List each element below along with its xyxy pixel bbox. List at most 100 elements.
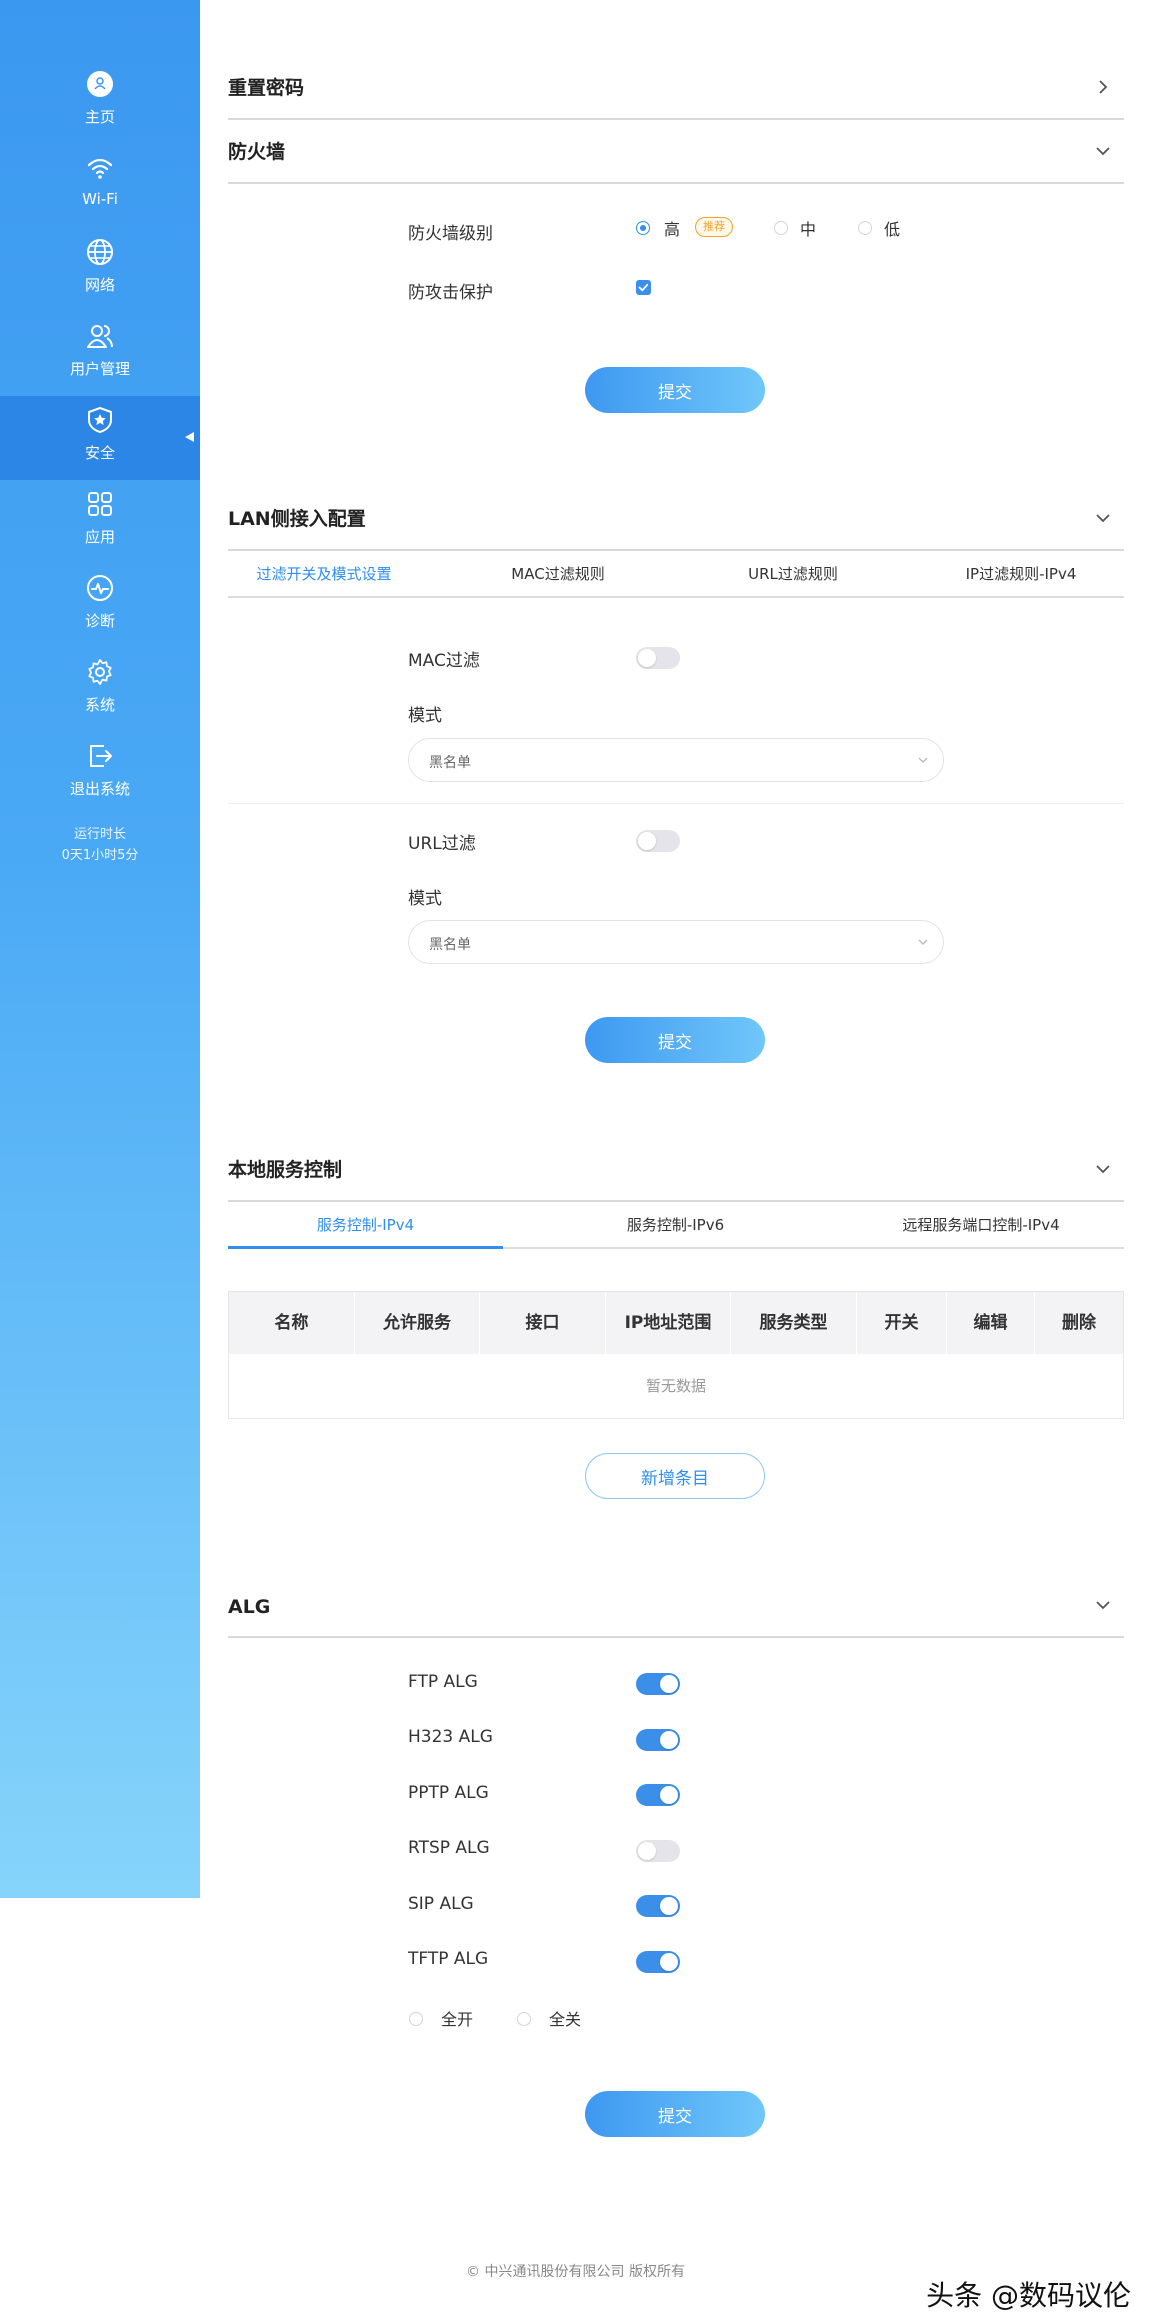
sidebar: 主页 Wi-Fi 网络 用户管理 安全 应用 诊断 系统 退出系统 运行时长 0… bbox=[0, 0, 200, 1898]
column-header: 允许服务 bbox=[355, 1292, 480, 1354]
alg-rtsp-label: RTSP ALG bbox=[408, 1838, 490, 1858]
sidebar-item-home[interactable]: 主页 bbox=[0, 60, 200, 144]
url-mode-value: 黑名单 bbox=[429, 937, 471, 953]
column-header: 编辑 bbox=[947, 1292, 1035, 1354]
toggle-knob bbox=[660, 1953, 678, 1971]
chevron-down-icon bbox=[918, 757, 928, 763]
watermark-text: 头条 @数码议伦 bbox=[926, 2279, 1131, 2312]
service-table: 名称 允许服务 接口 IP地址范围 服务类型 开关 编辑 删除 暂无数据 bbox=[228, 1291, 1124, 1419]
sidebar-item-system[interactable]: 系统 bbox=[0, 648, 200, 732]
lan-tabs: 过滤开关及模式设置 MAC过滤规则 URL过滤规则 IP过滤规则-IPv4 bbox=[228, 552, 1124, 598]
tab-service-control-ipv6[interactable]: 服务控制-IPv6 bbox=[538, 1203, 813, 1249]
chevron-down-icon bbox=[1096, 1601, 1110, 1610]
sidebar-item-label: 系统 bbox=[84, 696, 115, 714]
url-mode-label: 模式 bbox=[408, 889, 442, 909]
alg-pptp-toggle[interactable] bbox=[636, 1784, 680, 1806]
chevron-down-icon bbox=[1096, 1165, 1110, 1174]
alg-ftp-label: FTP ALG bbox=[408, 1672, 478, 1692]
alg-ftp-toggle[interactable] bbox=[636, 1673, 680, 1695]
toggle-knob bbox=[660, 1675, 678, 1693]
alg-h323-label: H323 ALG bbox=[408, 1727, 493, 1747]
sidebar-item-wifi[interactable]: Wi-Fi bbox=[0, 144, 200, 228]
toggle-knob bbox=[638, 649, 656, 667]
tab-filter-switch-mode[interactable]: 过滤开关及模式设置 bbox=[228, 552, 420, 598]
firewall-level-high-label: 高 bbox=[664, 220, 681, 239]
firewall-level-low-radio[interactable] bbox=[858, 221, 872, 235]
column-header: 删除 bbox=[1062, 1313, 1096, 1333]
firewall-submit-button[interactable]: 提交 bbox=[585, 367, 765, 413]
globe-icon bbox=[87, 239, 113, 265]
apps-grid-icon bbox=[88, 492, 112, 516]
firewall-level-high-radio[interactable] bbox=[636, 221, 650, 235]
alg-sip-toggle[interactable] bbox=[636, 1895, 680, 1917]
attack-protection-label: 防攻击保护 bbox=[408, 283, 493, 303]
active-tab-underline bbox=[228, 1246, 503, 1249]
service-tabs: 服务控制-IPv4 服务控制-IPv6 远程服务端口控制-IPv4 bbox=[228, 1203, 1124, 1249]
alg-all-on-label: 全开 bbox=[441, 2010, 474, 2029]
wifi-icon bbox=[87, 158, 113, 179]
divider bbox=[228, 803, 1124, 804]
user-icon bbox=[87, 71, 113, 97]
tab-url-filter-rules[interactable]: URL过滤规则 bbox=[698, 552, 888, 598]
pulse-icon bbox=[87, 575, 113, 601]
table-empty-text: 暂无数据 bbox=[645, 1377, 706, 1395]
gear-icon bbox=[88, 659, 112, 685]
alg-sip-label: SIP ALG bbox=[408, 1894, 474, 1914]
tab-ip-filter-rules-ipv4[interactable]: IP过滤规则-IPv4 bbox=[918, 552, 1124, 598]
tab-service-control-ipv4[interactable]: 服务控制-IPv4 bbox=[228, 1203, 503, 1249]
mac-filter-toggle[interactable] bbox=[636, 647, 680, 669]
column-header: 服务类型 bbox=[731, 1292, 857, 1354]
alg-rtsp-toggle[interactable] bbox=[636, 1840, 680, 1862]
runtime-value: 0天1小时5分 bbox=[61, 848, 139, 863]
alg-submit-button[interactable]: 提交 bbox=[585, 2091, 765, 2137]
mac-mode-select[interactable]: 黑名单 bbox=[408, 738, 944, 782]
section-header-alg[interactable]: ALG bbox=[228, 1578, 1124, 1638]
attack-protection-checkbox[interactable] bbox=[636, 280, 651, 295]
active-indicator-arrow bbox=[185, 432, 194, 442]
section-title: LAN侧接入配置 bbox=[228, 508, 366, 530]
url-filter-toggle[interactable] bbox=[636, 830, 680, 852]
lan-submit-button[interactable]: 提交 bbox=[585, 1017, 765, 1063]
url-filter-label: URL过滤 bbox=[408, 834, 476, 854]
sidebar-item-user-management[interactable]: 用户管理 bbox=[0, 312, 200, 396]
section-title: 本地服务控制 bbox=[228, 1159, 343, 1181]
alg-all-off-label: 全关 bbox=[549, 2010, 582, 2029]
tab-mac-filter-rules[interactable]: MAC过滤规则 bbox=[463, 552, 653, 598]
sidebar-item-network[interactable]: 网络 bbox=[0, 228, 200, 312]
section-title: ALG bbox=[228, 1596, 271, 1618]
alg-h323-toggle[interactable] bbox=[636, 1729, 680, 1751]
url-mode-select[interactable]: 黑名单 bbox=[408, 920, 944, 964]
section-header-reset-password[interactable]: 重置密码 bbox=[228, 60, 1124, 120]
alg-tftp-toggle[interactable] bbox=[636, 1951, 680, 1973]
section-title: 重置密码 bbox=[228, 77, 305, 99]
alg-all-off-radio[interactable] bbox=[517, 2012, 531, 2026]
column-header: 开关 bbox=[857, 1292, 947, 1354]
shield-star-icon bbox=[88, 407, 112, 433]
section-header-local-service[interactable]: 本地服务控制 bbox=[228, 1142, 1124, 1202]
mac-mode-label: 模式 bbox=[408, 706, 442, 726]
column-header: IP地址范围 bbox=[606, 1292, 731, 1354]
column-header: 名称 bbox=[229, 1292, 355, 1354]
add-entry-button[interactable]: 新增条目 bbox=[585, 1453, 765, 1499]
section-title: 防火墙 bbox=[228, 141, 286, 163]
checkmark-icon bbox=[638, 283, 649, 292]
sidebar-item-label: 主页 bbox=[84, 108, 115, 126]
firewall-level-medium-label: 中 bbox=[800, 220, 817, 239]
column-header: 接口 bbox=[480, 1292, 606, 1354]
section-header-lan[interactable]: LAN侧接入配置 bbox=[228, 491, 1124, 551]
firewall-level-low-label: 低 bbox=[884, 220, 901, 239]
firewall-level-medium-radio[interactable] bbox=[774, 221, 788, 235]
tab-remote-port-control-ipv4[interactable]: 远程服务端口控制-IPv4 bbox=[838, 1203, 1124, 1249]
sidebar-item-logout[interactable]: 退出系统 bbox=[0, 732, 200, 816]
users-icon bbox=[87, 325, 113, 348]
sidebar-item-security[interactable]: 安全 bbox=[0, 396, 200, 480]
section-header-firewall[interactable]: 防火墙 bbox=[228, 124, 1124, 184]
sidebar-item-apps[interactable]: 应用 bbox=[0, 480, 200, 564]
sidebar-item-label: 安全 bbox=[84, 444, 115, 462]
alg-all-on-radio[interactable] bbox=[409, 2012, 423, 2026]
sidebar-item-label: 退出系统 bbox=[69, 780, 130, 798]
chevron-down-icon bbox=[1096, 147, 1110, 156]
toggle-knob bbox=[638, 1842, 656, 1860]
sidebar-item-diagnosis[interactable]: 诊断 bbox=[0, 564, 200, 648]
sidebar-item-label: 应用 bbox=[84, 528, 115, 546]
